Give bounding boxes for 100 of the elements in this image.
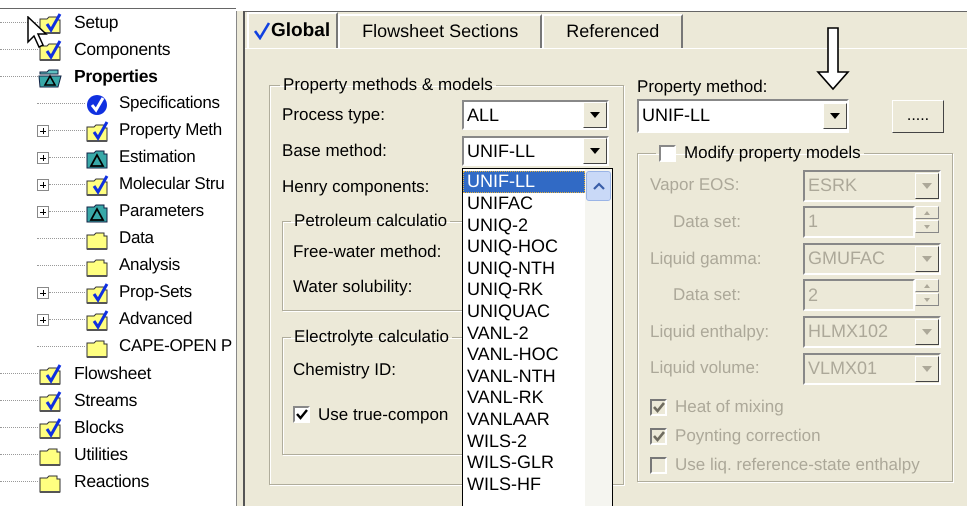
group-title: Petroleum calculatio — [293, 211, 448, 232]
tree-item[interactable]: Data — [117, 228, 156, 249]
field-label: Free-water method: — [293, 242, 442, 262]
expand-toggle[interactable] — [37, 206, 49, 218]
down-icon — [924, 298, 930, 302]
field-label: Liquid enthalpy: — [650, 322, 770, 342]
dropdown-button[interactable] — [583, 138, 607, 164]
checked-folder-icon — [38, 362, 62, 386]
tab[interactable]: Referenced — [542, 14, 684, 48]
scroll-up-button[interactable] — [586, 171, 611, 202]
tree-item[interactable]: Properties — [72, 66, 160, 87]
list-option[interactable]: WILS-GLR — [463, 452, 585, 474]
caret-icon — [922, 366, 932, 372]
field-label: Chemistry ID: — [293, 360, 397, 380]
caret-icon — [922, 256, 932, 262]
caret-icon — [922, 182, 932, 189]
list-option[interactable]: UNIFAC — [463, 192, 585, 215]
group-title: Electrolyte calculatio — [293, 327, 450, 348]
chevron-up-icon — [592, 182, 604, 190]
tree-item[interactable]: Reactions — [72, 471, 152, 492]
field-label: Data set: — [672, 285, 742, 306]
dropdown-field[interactable]: UNIF-LL — [462, 136, 609, 166]
list-option[interactable]: WILS-HF — [463, 474, 585, 496]
checked-folder-icon — [38, 416, 62, 440]
tree-item[interactable]: Setup — [72, 12, 120, 33]
checkmark-icon — [652, 430, 664, 442]
checkmark-icon — [253, 22, 271, 40]
down-icon — [924, 224, 930, 229]
tree-item[interactable]: Parameters — [117, 201, 206, 222]
checkmark-icon — [296, 409, 308, 420]
field-label: Liquid gamma: — [650, 248, 763, 270]
field-label: Data set: — [672, 212, 742, 232]
caret-icon — [830, 113, 840, 119]
tree-item[interactable]: Property Meth — [117, 120, 224, 141]
field-label: Liquid volume: — [650, 358, 761, 379]
group-title: Property methods & models — [282, 75, 494, 96]
tree-item[interactable]: Streams — [72, 390, 140, 411]
tree-item[interactable]: Flowsheet — [72, 363, 154, 384]
checkbox-label: Heat of mixing — [675, 397, 784, 418]
scrollbar[interactable] — [585, 169, 612, 506]
checkmark-icon — [652, 402, 664, 413]
tree-item[interactable]: CAPE-OPEN P — [117, 336, 234, 357]
list-option[interactable]: UNIQUAC — [463, 300, 585, 323]
cursor-icon — [26, 16, 48, 50]
checkbox[interactable] — [293, 406, 310, 424]
field-label: Henry components: — [282, 177, 430, 198]
checked-folder-icon — [85, 118, 109, 142]
browse-button[interactable]: ..... — [892, 100, 944, 132]
list-option[interactable]: VANL-NTH — [463, 366, 585, 388]
tree-item[interactable]: Analysis — [117, 255, 182, 276]
checkbox-label: Modify property models — [684, 143, 861, 164]
tree-item[interactable]: Molecular Stru — [117, 174, 226, 195]
tab[interactable]: Flowsheet Sections — [338, 14, 542, 48]
field-label: Vapor EOS: — [650, 175, 740, 196]
checkbox-label: Poynting correction — [675, 426, 821, 447]
tree-item[interactable]: Utilities — [72, 444, 130, 465]
tree-item[interactable]: Components — [72, 39, 172, 60]
tab[interactable]: Global — [247, 12, 338, 48]
expand-toggle[interactable] — [37, 152, 49, 164]
caret-icon — [590, 112, 600, 118]
expand-toggle[interactable] — [37, 178, 49, 190]
list-option[interactable]: VANL-2 — [463, 322, 585, 344]
checked-folder-icon — [85, 308, 109, 332]
dropdown-button[interactable] — [915, 246, 939, 272]
tree-item[interactable]: Advanced — [117, 309, 194, 330]
expand-toggle[interactable] — [37, 314, 49, 326]
checked-folder-icon — [85, 172, 109, 196]
list-option[interactable]: UNIQ-RK — [463, 279, 585, 301]
checkbox-label: Use liq. reference-state enthalpy — [675, 455, 920, 476]
dropdown-button[interactable] — [915, 356, 939, 382]
dropdown-field[interactable]: UNIF-LL — [637, 99, 849, 133]
field-label: Water solubility: — [293, 276, 414, 297]
list-option[interactable]: UNIQ-NTH — [463, 258, 585, 280]
list-option[interactable]: VANLAAR — [463, 408, 585, 431]
checked-folder-icon — [38, 38, 62, 62]
up-icon — [924, 210, 930, 215]
dropdown-button[interactable] — [583, 102, 607, 128]
checked-folder-icon — [38, 388, 62, 412]
tree-item[interactable]: Estimation — [117, 147, 198, 168]
list-option[interactable]: VANL-HOC — [463, 344, 585, 366]
dropdown-button[interactable] — [915, 319, 939, 346]
caret-icon — [922, 329, 932, 336]
list-option[interactable]: UNIQ-2 — [463, 214, 585, 236]
splitter[interactable] — [236, 11, 245, 506]
caret-icon — [590, 148, 600, 154]
tree-item[interactable]: Specifications — [117, 93, 222, 114]
tree-item[interactable]: Prop-Sets — [117, 282, 194, 303]
checkbox-label: Use true-compon — [318, 404, 448, 425]
list-option[interactable]: WILS-2 — [463, 430, 585, 452]
expand-toggle[interactable] — [37, 124, 49, 136]
expand-toggle[interactable] — [37, 286, 49, 298]
dropdown-button[interactable] — [823, 103, 847, 129]
field-label: Base method: — [282, 141, 388, 162]
field-label: Property method: — [637, 76, 768, 97]
tree-item[interactable]: Blocks — [72, 417, 126, 438]
dropdown-button[interactable] — [915, 172, 939, 199]
dropdown-field[interactable]: ALL — [462, 100, 609, 130]
list-option[interactable]: UNIQ-HOC — [463, 236, 585, 258]
list-option[interactable]: VANL-RK — [463, 387, 585, 409]
list-option[interactable]: UNIF-LL — [463, 171, 585, 193]
